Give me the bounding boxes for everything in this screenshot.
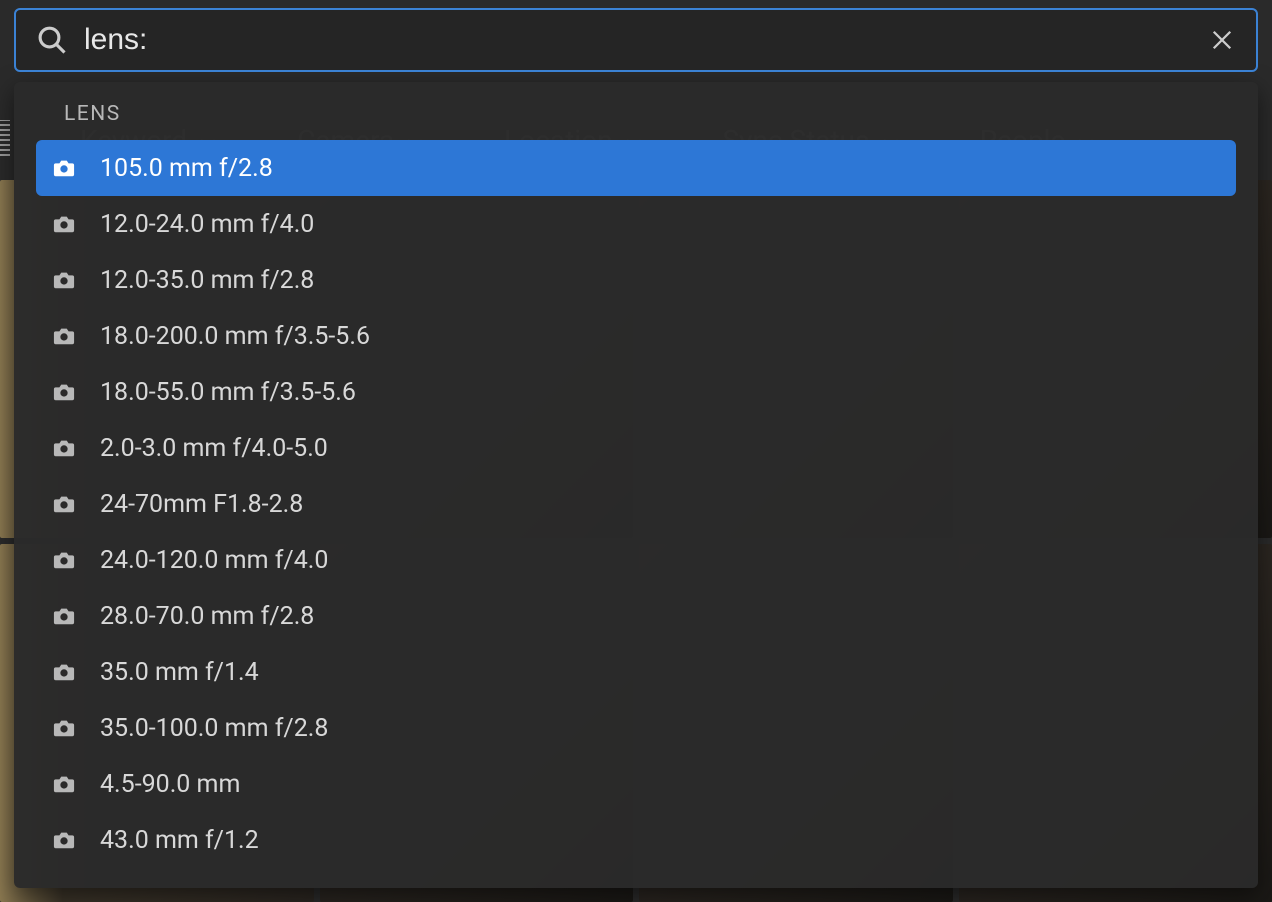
lens-suggestion-label: 105.0 mm f/2.8 [100, 154, 1220, 183]
camera-icon [52, 828, 76, 852]
lens-suggestion-label: 24-70mm F1.8-2.8 [100, 490, 1220, 519]
camera-icon [52, 716, 76, 740]
suggestions-scroll[interactable]: LENS 105.0 mm f/2.8 12.0-24.0 mm f/4.0 1… [14, 82, 1258, 888]
camera-icon [52, 604, 76, 628]
lens-suggestion-item[interactable]: 35.0 mm f/1.4 [36, 644, 1236, 700]
lens-suggestion-label: 28.0-70.0 mm f/2.8 [100, 602, 1220, 631]
camera-icon [52, 772, 76, 796]
lens-suggestion-item[interactable]: 18.0-200.0 mm f/3.5-5.6 [36, 308, 1236, 364]
lens-suggestion-item[interactable]: 24-70mm F1.8-2.8 [36, 476, 1236, 532]
suggestions-section-header: LENS [36, 90, 1236, 140]
lens-suggestion-item[interactable]: 18.0-55.0 mm f/3.5-5.6 [36, 364, 1236, 420]
panel-drag-handle[interactable] [0, 120, 10, 156]
lens-suggestion-label: 12.0-35.0 mm f/2.8 [100, 266, 1220, 295]
lens-suggestion-item[interactable]: 4.5-90.0 mm [36, 756, 1236, 812]
camera-icon [52, 212, 76, 236]
lens-suggestion-item[interactable]: 24.0-120.0 mm f/4.0 [36, 532, 1236, 588]
lens-suggestion-item[interactable]: 28.0-70.0 mm f/2.8 [36, 588, 1236, 644]
camera-icon [52, 380, 76, 404]
lens-suggestion-label: 24.0-120.0 mm f/4.0 [100, 546, 1220, 575]
lens-suggestion-label: 18.0-200.0 mm f/3.5-5.6 [100, 322, 1220, 351]
camera-icon [52, 268, 76, 292]
lens-suggestion-item[interactable]: 35.0-100.0 mm f/2.8 [36, 700, 1236, 756]
camera-icon [52, 492, 76, 516]
lens-suggestion-item[interactable]: 43.0 mm f/1.2 [36, 812, 1236, 868]
lens-suggestion-item[interactable]: 2.0-3.0 mm f/4.0-5.0 [36, 420, 1236, 476]
search-suggestions-dropdown: LENS 105.0 mm f/2.8 12.0-24.0 mm f/4.0 1… [14, 82, 1258, 888]
search-bar [14, 8, 1258, 72]
search-icon [32, 20, 72, 60]
lens-suggestion-label: 18.0-55.0 mm f/3.5-5.6 [100, 378, 1220, 407]
lens-suggestion-label: 35.0-100.0 mm f/2.8 [100, 714, 1220, 743]
camera-icon [52, 324, 76, 348]
camera-icon [52, 548, 76, 572]
lens-suggestion-item[interactable]: 12.0-24.0 mm f/4.0 [36, 196, 1236, 252]
clear-search-button[interactable] [1204, 22, 1240, 58]
lens-suggestion-item[interactable]: 105.0 mm f/2.8 [36, 140, 1236, 196]
camera-icon [52, 660, 76, 684]
search-input[interactable] [84, 23, 1204, 57]
camera-icon [52, 436, 76, 460]
lens-suggestion-label: 4.5-90.0 mm [100, 770, 1220, 799]
lens-suggestion-label: 43.0 mm f/1.2 [100, 826, 1220, 855]
lens-suggestion-label: 2.0-3.0 mm f/4.0-5.0 [100, 434, 1220, 463]
camera-icon [52, 156, 76, 180]
lens-suggestion-label: 35.0 mm f/1.4 [100, 658, 1220, 687]
lens-suggestion-item[interactable]: 12.0-35.0 mm f/2.8 [36, 252, 1236, 308]
lens-suggestion-label: 12.0-24.0 mm f/4.0 [100, 210, 1220, 239]
